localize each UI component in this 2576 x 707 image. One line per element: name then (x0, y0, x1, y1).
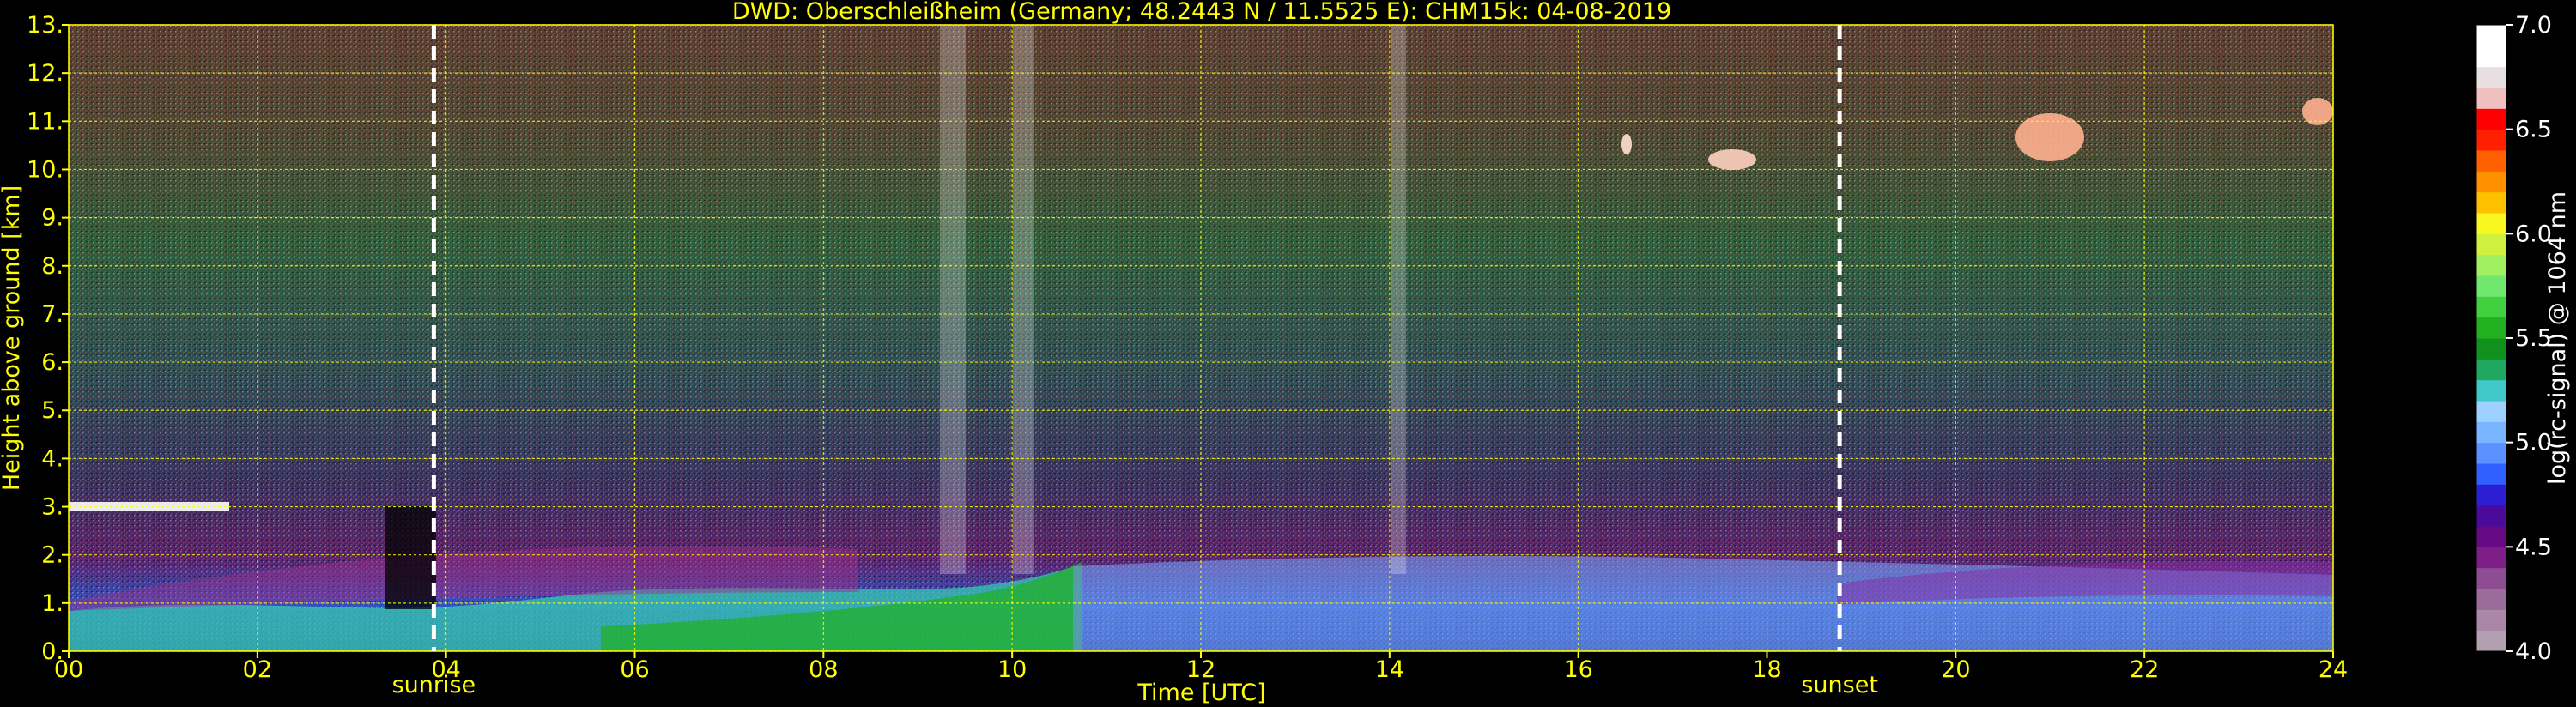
y-axis-label: Height above ground [km] (0, 185, 25, 491)
colorbar-segment (2476, 191, 2506, 214)
colorbar-segment (2476, 609, 2506, 631)
y-tick-label: 2. (41, 542, 64, 569)
colorbar-segment (2476, 401, 2506, 422)
x-tick-label: 16 (1563, 656, 1592, 683)
x-tick-label: 20 (1941, 656, 1970, 683)
chart-title: DWD: Oberschleißheim (Germany; 48.2443 N… (732, 0, 1671, 25)
colorbar-segment (2476, 213, 2506, 234)
colorbar-segment (2476, 567, 2506, 589)
colorbar-tick-label: 6.5 (2515, 117, 2552, 143)
colorbar-segment (2476, 421, 2506, 444)
colorbar-segment (2476, 129, 2506, 151)
x-tick-label: 14 (1375, 656, 1404, 683)
y-tick-labels: 0.1.2.3.4.5.6.7.8.9.10.11.12.13. (27, 12, 69, 665)
colorbar-segment (2476, 484, 2506, 506)
colorbar-segment (2476, 317, 2506, 339)
y-tick-label: 13. (27, 12, 64, 39)
colorbar-segment (2476, 233, 2506, 256)
colorbar-label: log(rc-signal) @ 1064 nm (2544, 191, 2571, 485)
colorbar-segment (2476, 108, 2506, 130)
colorbar-segment (2476, 275, 2506, 297)
colorbar-tick-label: 4.0 (2515, 638, 2552, 665)
y-tick-label: 9. (41, 205, 64, 232)
cloud-gap-black (385, 506, 436, 609)
cloud-patch (1708, 149, 1756, 170)
cloud-patch (2015, 113, 2084, 161)
y-tick-label: 4. (41, 445, 64, 472)
y-tick-label: 10. (27, 156, 64, 183)
colorbar-segment (2476, 547, 2506, 569)
colorbar-segment (2476, 338, 2506, 360)
y-tick-label: 8. (41, 253, 64, 280)
streak (940, 25, 966, 574)
x-tick-label: 08 (809, 656, 838, 683)
x-axis-label: Time [UTC] (1136, 680, 1265, 706)
x-tick-label: 18 (1752, 656, 1781, 683)
colorbar-segment (2476, 254, 2506, 276)
x-tick-label: 10 (997, 656, 1027, 683)
x-tick-label: 06 (620, 656, 649, 683)
sunset-label: sunset (1801, 672, 1878, 698)
colorbar-segment (2476, 630, 2506, 652)
x-tick-label: 04 (431, 656, 460, 683)
colorbar-tick-label: 7.0 (2515, 12, 2552, 39)
x-tick-label: 24 (2318, 656, 2348, 683)
x-tick-label: 00 (54, 656, 83, 683)
y-tick-label: 11. (27, 108, 64, 135)
colorbar-segment (2476, 296, 2506, 318)
y-tick-label: 5. (41, 397, 64, 424)
y-tick-label: 7. (41, 301, 64, 328)
colorbar-segment (2476, 45, 2506, 68)
colorbar (2476, 24, 2507, 652)
cloud-patch (1621, 134, 1632, 154)
y-tick-label: 6. (41, 349, 64, 376)
colorbar-segment (2476, 171, 2506, 193)
colorbar-segment (2476, 150, 2506, 172)
streak (1391, 25, 1406, 574)
ceilometer-chart: sunrise sunset 0.1.2.3.4.5.6.7.8.9.10.11.… (0, 0, 2571, 706)
colorbar-segment (2476, 25, 2506, 46)
colorbar-segment (2476, 379, 2506, 402)
colorbar-segment (2476, 66, 2506, 88)
streak (1013, 25, 1034, 574)
colorbar-segment (2476, 359, 2506, 381)
y-tick-label: 3. (41, 494, 64, 521)
colorbar-segment (2476, 526, 2506, 547)
colorbar-segment (2476, 88, 2506, 109)
colorbar-segment (2476, 442, 2506, 464)
colorbar-segment (2476, 589, 2506, 610)
y-tick-label: 1. (41, 590, 64, 617)
colorbar-segment (2476, 505, 2506, 527)
y-tick-label: 12. (27, 60, 64, 87)
cloud-patch (2302, 98, 2333, 125)
x-tick-label: 22 (2130, 656, 2159, 683)
x-tick-label: 02 (243, 656, 272, 683)
colorbar-segment (2476, 463, 2506, 485)
colorbar-tick-label: 4.5 (2515, 534, 2552, 560)
